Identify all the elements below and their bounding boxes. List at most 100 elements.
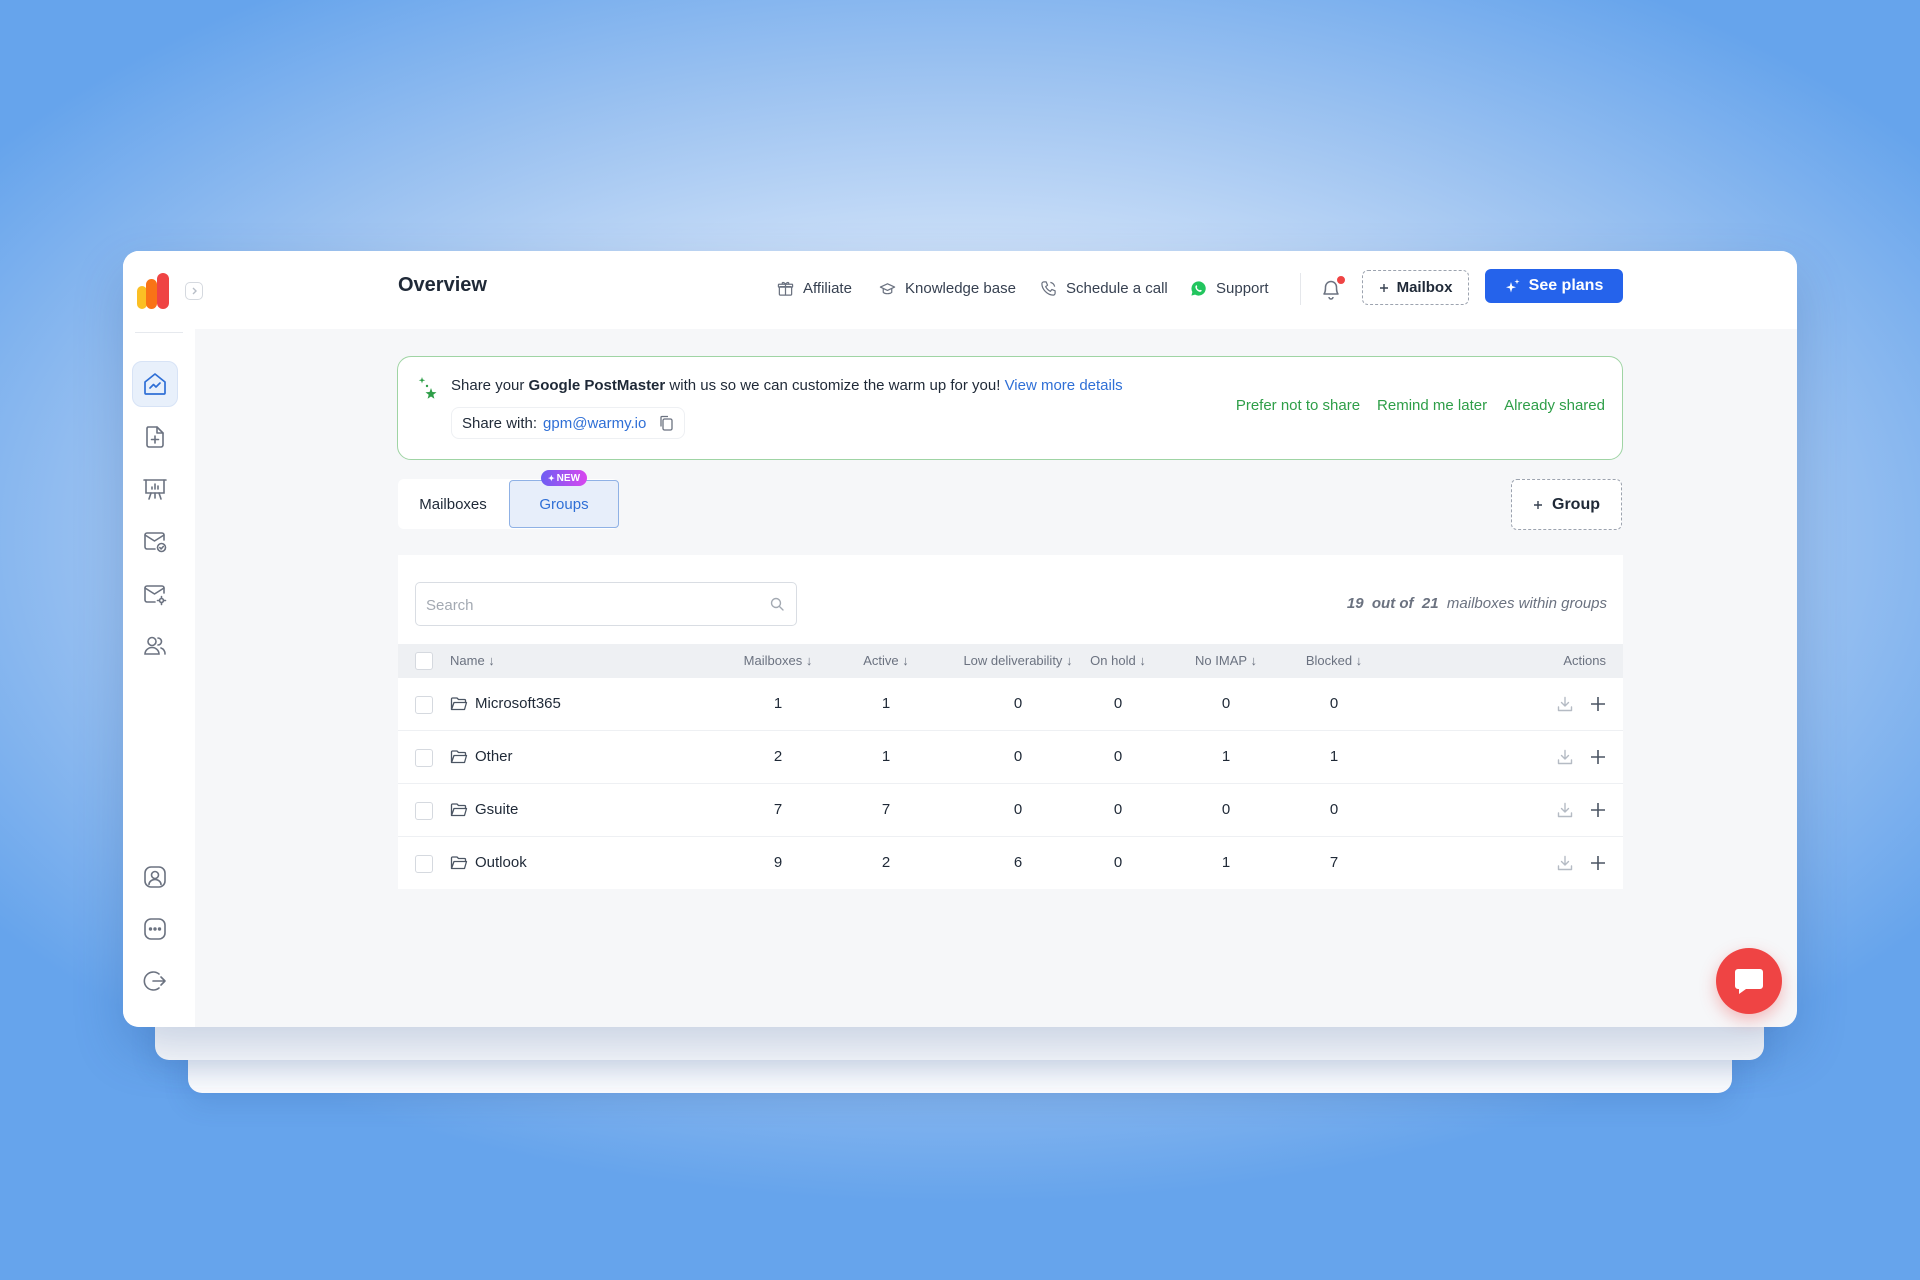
plus-icon[interactable] xyxy=(1588,747,1608,767)
plus-icon xyxy=(1379,283,1388,292)
row-checkbox[interactable] xyxy=(415,855,433,873)
chat-bubble-icon xyxy=(1735,969,1763,994)
users-icon xyxy=(144,636,166,655)
download-icon[interactable] xyxy=(1556,854,1574,872)
add-mailbox-label: Mailbox xyxy=(1396,279,1453,296)
column-actions: Actions xyxy=(1563,653,1606,668)
remind-me-later-button[interactable]: Remind me later xyxy=(1377,397,1487,414)
table-row[interactable]: Outlook 9 2 6 0 1 7 xyxy=(398,837,1623,890)
cell-no-imap: 0 xyxy=(1221,695,1231,712)
home-chart-icon xyxy=(144,373,166,395)
sidebar-item-mailbox-check[interactable] xyxy=(132,518,178,564)
tab-mailboxes[interactable]: Mailboxes xyxy=(398,479,508,529)
sidebar-item-overview[interactable] xyxy=(132,361,178,407)
banner-message: Share your Google PostMaster with us so … xyxy=(451,377,1123,394)
share-with-chip: Share with: gpm@warmy.io xyxy=(451,407,686,439)
row-checkbox[interactable] xyxy=(415,802,433,820)
cell-on-hold: 0 xyxy=(1113,748,1123,765)
download-icon[interactable] xyxy=(1556,801,1574,819)
group-name[interactable]: Outlook xyxy=(475,837,527,890)
cell-no-imap: 0 xyxy=(1221,801,1231,818)
notification-badge xyxy=(1336,275,1346,285)
see-plans-label: See plans xyxy=(1528,277,1604,294)
count-suffix: mailboxes within groups xyxy=(1446,595,1607,612)
cell-no-imap: 1 xyxy=(1221,748,1231,765)
sidebar-item-profile[interactable] xyxy=(132,854,178,900)
select-all-checkbox[interactable] xyxy=(415,652,433,670)
mail-check-icon xyxy=(144,532,167,553)
chevron-right-icon xyxy=(192,287,197,295)
app-window: Overview Affiliate Knowledge base Schedu… xyxy=(123,251,1797,1027)
sidebar-item-chat[interactable] xyxy=(132,906,178,952)
group-name[interactable]: Gsuite xyxy=(475,784,518,837)
already-shared-button[interactable]: Already shared xyxy=(1504,397,1605,414)
column-on-hold[interactable]: On hold ↓ xyxy=(1058,644,1178,678)
folder-icon xyxy=(450,697,468,711)
sidebar-item-new-campaign[interactable] xyxy=(132,414,178,460)
prefer-not-to-share-button[interactable]: Prefer not to share xyxy=(1236,397,1360,414)
sidebar-item-reports[interactable] xyxy=(132,466,178,512)
banner-actions: Prefer not to share Remind me later Alre… xyxy=(1236,397,1605,414)
banner-text-bold: Google PostMaster xyxy=(528,377,666,394)
add-mailbox-button[interactable]: Mailbox xyxy=(1362,270,1469,305)
sidebar-collapse-button[interactable] xyxy=(185,282,203,300)
new-badge: ✦ NEW xyxy=(541,470,587,486)
column-no-imap[interactable]: No IMAP ↓ xyxy=(1166,644,1286,678)
table-row[interactable]: Microsoft365 1 1 0 0 0 0 xyxy=(398,678,1623,731)
column-mailboxes-label: Mailboxes xyxy=(743,653,803,668)
postmaster-banner: Share your Google PostMaster with us so … xyxy=(397,356,1623,460)
tab-groups[interactable]: Groups xyxy=(509,480,619,528)
table-row[interactable]: Other 2 1 0 0 1 1 xyxy=(398,731,1623,784)
banner-text-end: with us so we can customize the warm up … xyxy=(665,377,1005,394)
download-icon[interactable] xyxy=(1556,748,1574,766)
plus-icon[interactable] xyxy=(1588,694,1608,714)
count-total: 21 xyxy=(1421,595,1439,612)
whatsapp-icon xyxy=(1191,280,1206,296)
column-blocked[interactable]: Blocked ↓ xyxy=(1274,644,1394,678)
count-mid: out of xyxy=(1371,595,1414,612)
column-on-hold-label: On hold xyxy=(1090,653,1136,668)
group-name[interactable]: Other xyxy=(475,731,513,784)
knowledge-base-link[interactable]: Knowledge base xyxy=(879,276,1016,300)
folder-icon xyxy=(450,856,468,870)
support-link[interactable]: Support xyxy=(1190,276,1269,300)
group-name[interactable]: Microsoft365 xyxy=(475,678,561,731)
support-label: Support xyxy=(1216,279,1269,297)
row-checkbox[interactable] xyxy=(415,749,433,767)
sidebar-item-logout[interactable] xyxy=(132,958,178,1004)
affiliate-link[interactable]: Affiliate xyxy=(777,276,852,300)
table-header: Name ↓ Mailboxes ↓ Active ↓ Low delivera… xyxy=(398,644,1623,678)
banner-text-start: Share your xyxy=(451,377,529,394)
chat-widget-button[interactable] xyxy=(1716,948,1782,1014)
schedule-call-link[interactable]: Schedule a call xyxy=(1040,276,1168,300)
cell-mailboxes: 1 xyxy=(773,695,783,712)
row-checkbox[interactable] xyxy=(415,696,433,714)
see-plans-button[interactable]: See plans xyxy=(1485,269,1623,303)
search-input[interactable] xyxy=(424,583,758,627)
download-icon[interactable] xyxy=(1556,695,1574,713)
add-group-button[interactable]: Group xyxy=(1511,479,1622,530)
sidebar-item-mailbox-settings[interactable] xyxy=(132,571,178,617)
cell-mailboxes: 7 xyxy=(773,801,783,818)
knowledge-base-label: Knowledge base xyxy=(905,279,1016,297)
sidebar-item-team[interactable] xyxy=(132,623,178,669)
view-more-details-link[interactable]: View more details xyxy=(1005,377,1123,394)
copy-icon[interactable] xyxy=(658,415,674,431)
count-current: 19 xyxy=(1346,595,1364,612)
new-badge-label: NEW xyxy=(556,472,581,484)
column-name[interactable]: Name ↓ xyxy=(450,644,495,678)
plus-icon[interactable] xyxy=(1588,853,1608,873)
search-icon xyxy=(770,597,784,611)
phone-icon xyxy=(1041,280,1056,296)
affiliate-label: Affiliate xyxy=(803,279,852,297)
chat-dots-icon xyxy=(144,918,166,940)
column-mailboxes[interactable]: Mailboxes ↓ xyxy=(718,644,838,678)
cell-blocked: 0 xyxy=(1329,695,1339,712)
add-group-label: Group xyxy=(1552,495,1600,513)
column-active-label: Active xyxy=(863,653,899,668)
graduation-cap-icon xyxy=(879,282,896,294)
table-row[interactable]: Gsuite 7 7 0 0 0 0 xyxy=(398,784,1623,837)
share-email: gpm@warmy.io xyxy=(543,414,647,432)
plus-icon[interactable] xyxy=(1588,800,1608,820)
cell-blocked: 0 xyxy=(1329,801,1339,818)
